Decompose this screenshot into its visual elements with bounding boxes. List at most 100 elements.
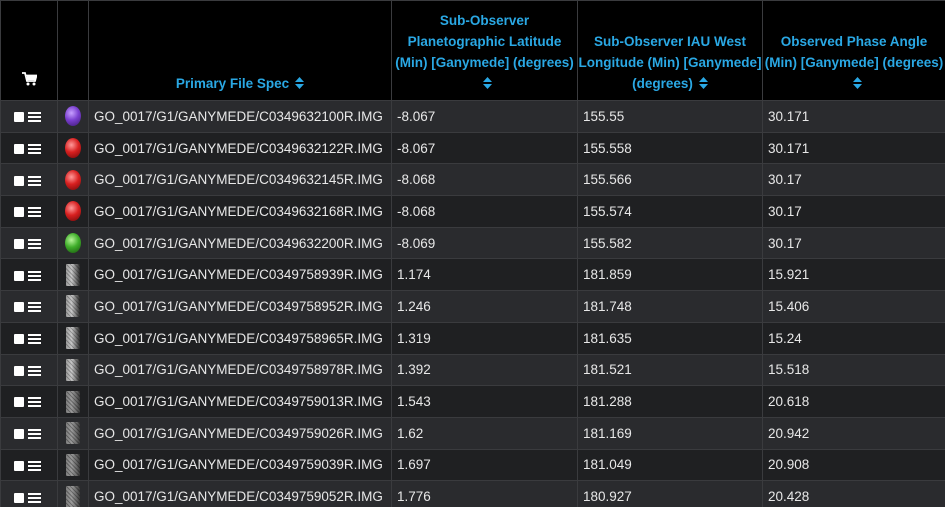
table-row[interactable]: GO_0017/G1/GANYMEDE/C0349632145R.IMG -8.0… [0,163,945,197]
sort-updown-icon[interactable] [483,77,492,89]
table-row[interactable]: GO_0017/G1/GANYMEDE/C0349632200R.IMG -8.0… [0,226,945,260]
phase-angle-cell: 15.518 [762,353,945,387]
file-spec-cell: GO_0017/G1/GANYMEDE/C0349632168R.IMG [88,195,392,228]
hamburger-menu-icon[interactable] [28,112,41,123]
thumbnail-cell[interactable] [57,416,89,450]
thumbnail-cell[interactable] [57,226,89,260]
hamburger-menu-icon[interactable] [28,365,41,376]
latitude-cell: -8.069 [391,226,578,260]
longitude-cell: 181.521 [577,353,763,387]
table-row[interactable]: GO_0017/G1/GANYMEDE/C0349758965R.IMG 1.31… [0,321,945,355]
hamburger-menu-icon[interactable] [28,492,41,503]
red-filter-thumbnail[interactable] [65,169,81,190]
hamburger-menu-icon[interactable] [28,207,41,218]
longitude-cell: 180.927 [577,480,763,507]
table-row[interactable]: GO_0017/G1/GANYMEDE/C0349759052R.IMG 1.77… [0,480,945,507]
latitude-cell: 1.174 [391,258,578,292]
thumbnail-cell[interactable] [57,163,89,197]
row-controls [0,321,58,355]
hamburger-menu-icon[interactable] [28,460,41,471]
shopping-cart-icon[interactable] [21,72,37,86]
latitude-cell: -8.067 [391,131,578,165]
longitude-cell: 181.049 [577,448,763,482]
cart-column-header[interactable] [0,0,58,101]
column-header-primary-file-spec[interactable]: Primary File Spec [88,0,392,101]
column-header-longitude[interactable]: Sub-Observer IAU West Longitude (Min) [G… [577,0,763,101]
column-header-label: Primary File Spec [175,76,290,91]
table-row[interactable]: GO_0017/G1/GANYMEDE/C0349758978R.IMG 1.39… [0,353,945,387]
red-filter-thumbnail[interactable] [65,201,81,222]
row-select-checkbox[interactable] [14,270,24,281]
thumbnail-cell[interactable] [57,258,89,292]
file-spec-cell: GO_0017/G1/GANYMEDE/C0349759039R.IMG [88,448,392,482]
row-select-checkbox[interactable] [14,239,24,250]
violet-filter-thumbnail[interactable] [65,106,81,127]
column-header-phase-angle[interactable]: Observed Phase Angle (Min) [Ganymede] (d… [762,0,945,101]
row-select-checkbox[interactable] [14,429,24,440]
file-spec-cell: GO_0017/G1/GANYMEDE/C0349632200R.IMG [88,226,392,260]
thumbnail-cell[interactable] [57,448,89,482]
row-select-checkbox[interactable] [14,143,24,154]
table-row[interactable]: GO_0017/G1/GANYMEDE/C0349632100R.IMG -8.0… [0,100,945,133]
grayscale-image-thumbnail[interactable] [66,358,80,381]
thumbnail-cell[interactable] [57,321,89,355]
row-controls [0,353,58,387]
table-row[interactable]: GO_0017/G1/GANYMEDE/C0349759013R.IMG 1.54… [0,385,945,418]
latitude-cell: -8.067 [391,100,578,133]
table-row[interactable]: GO_0017/G1/GANYMEDE/C0349759026R.IMG 1.62… [0,416,945,450]
row-controls [0,448,58,482]
thumbnail-cell[interactable] [57,131,89,165]
row-select-checkbox[interactable] [14,492,24,503]
grayscale-image-thumbnail[interactable] [66,327,80,350]
hamburger-menu-icon[interactable] [28,239,41,250]
row-select-checkbox[interactable] [14,302,24,313]
phase-angle-cell: 30.171 [762,131,945,165]
table-row[interactable]: GO_0017/G1/GANYMEDE/C0349632122R.IMG -8.0… [0,131,945,165]
hamburger-menu-icon[interactable] [28,143,41,154]
thumbnail-cell[interactable] [57,353,89,387]
thumbnail-cell[interactable] [57,290,89,323]
thumbnail-cell[interactable] [57,100,89,133]
column-header-latitude[interactable]: Sub-Observer Planetographic Latitude (Mi… [391,0,578,101]
green-filter-thumbnail[interactable] [65,233,81,254]
sort-updown-icon[interactable] [852,77,862,89]
latitude-cell: 1.697 [391,448,578,482]
grayscale-image-thumbnail[interactable] [66,453,80,476]
file-spec-cell: GO_0017/G1/GANYMEDE/C0349758939R.IMG [88,258,392,292]
table-row[interactable]: GO_0017/G1/GANYMEDE/C0349758952R.IMG 1.24… [0,290,945,323]
hamburger-menu-icon[interactable] [28,397,41,408]
sort-updown-icon[interactable] [295,77,305,89]
grayscale-image-thumbnail[interactable] [66,422,80,445]
row-select-checkbox[interactable] [14,365,24,376]
phase-angle-cell: 20.618 [762,385,945,418]
row-select-checkbox[interactable] [14,175,24,186]
row-select-checkbox[interactable] [14,397,24,408]
red-filter-thumbnail[interactable] [65,138,81,159]
grayscale-image-thumbnail[interactable] [66,295,80,318]
hamburger-menu-icon[interactable] [28,302,41,313]
grayscale-image-thumbnail[interactable] [66,390,80,413]
thumbnail-cell[interactable] [57,195,89,228]
grayscale-image-thumbnail[interactable] [66,485,80,507]
grayscale-image-thumbnail[interactable] [66,263,80,286]
table-row[interactable]: GO_0017/G1/GANYMEDE/C0349632168R.IMG -8.0… [0,195,945,228]
file-spec-cell: GO_0017/G1/GANYMEDE/C0349758965R.IMG [88,321,392,355]
row-select-checkbox[interactable] [14,112,24,123]
latitude-cell: 1.543 [391,385,578,418]
thumbnail-cell[interactable] [57,385,89,418]
hamburger-menu-icon[interactable] [28,175,41,186]
sort-updown-icon[interactable] [698,77,708,89]
thumbnail-cell[interactable] [57,480,89,507]
row-select-checkbox[interactable] [14,460,24,471]
file-spec-cell: GO_0017/G1/GANYMEDE/C0349759013R.IMG [88,385,392,418]
hamburger-menu-icon[interactable] [28,334,41,345]
hamburger-menu-icon[interactable] [28,429,41,440]
table-row[interactable]: GO_0017/G1/GANYMEDE/C0349759039R.IMG 1.69… [0,448,945,482]
hamburger-menu-icon[interactable] [28,270,41,281]
column-header-label: Sub-Observer IAU West Longitude (Min) [G… [578,34,762,91]
table-row[interactable]: GO_0017/G1/GANYMEDE/C0349758939R.IMG 1.17… [0,258,945,292]
row-controls [0,385,58,418]
row-select-checkbox[interactable] [14,207,24,218]
latitude-cell: -8.068 [391,163,578,197]
row-select-checkbox[interactable] [14,334,24,345]
